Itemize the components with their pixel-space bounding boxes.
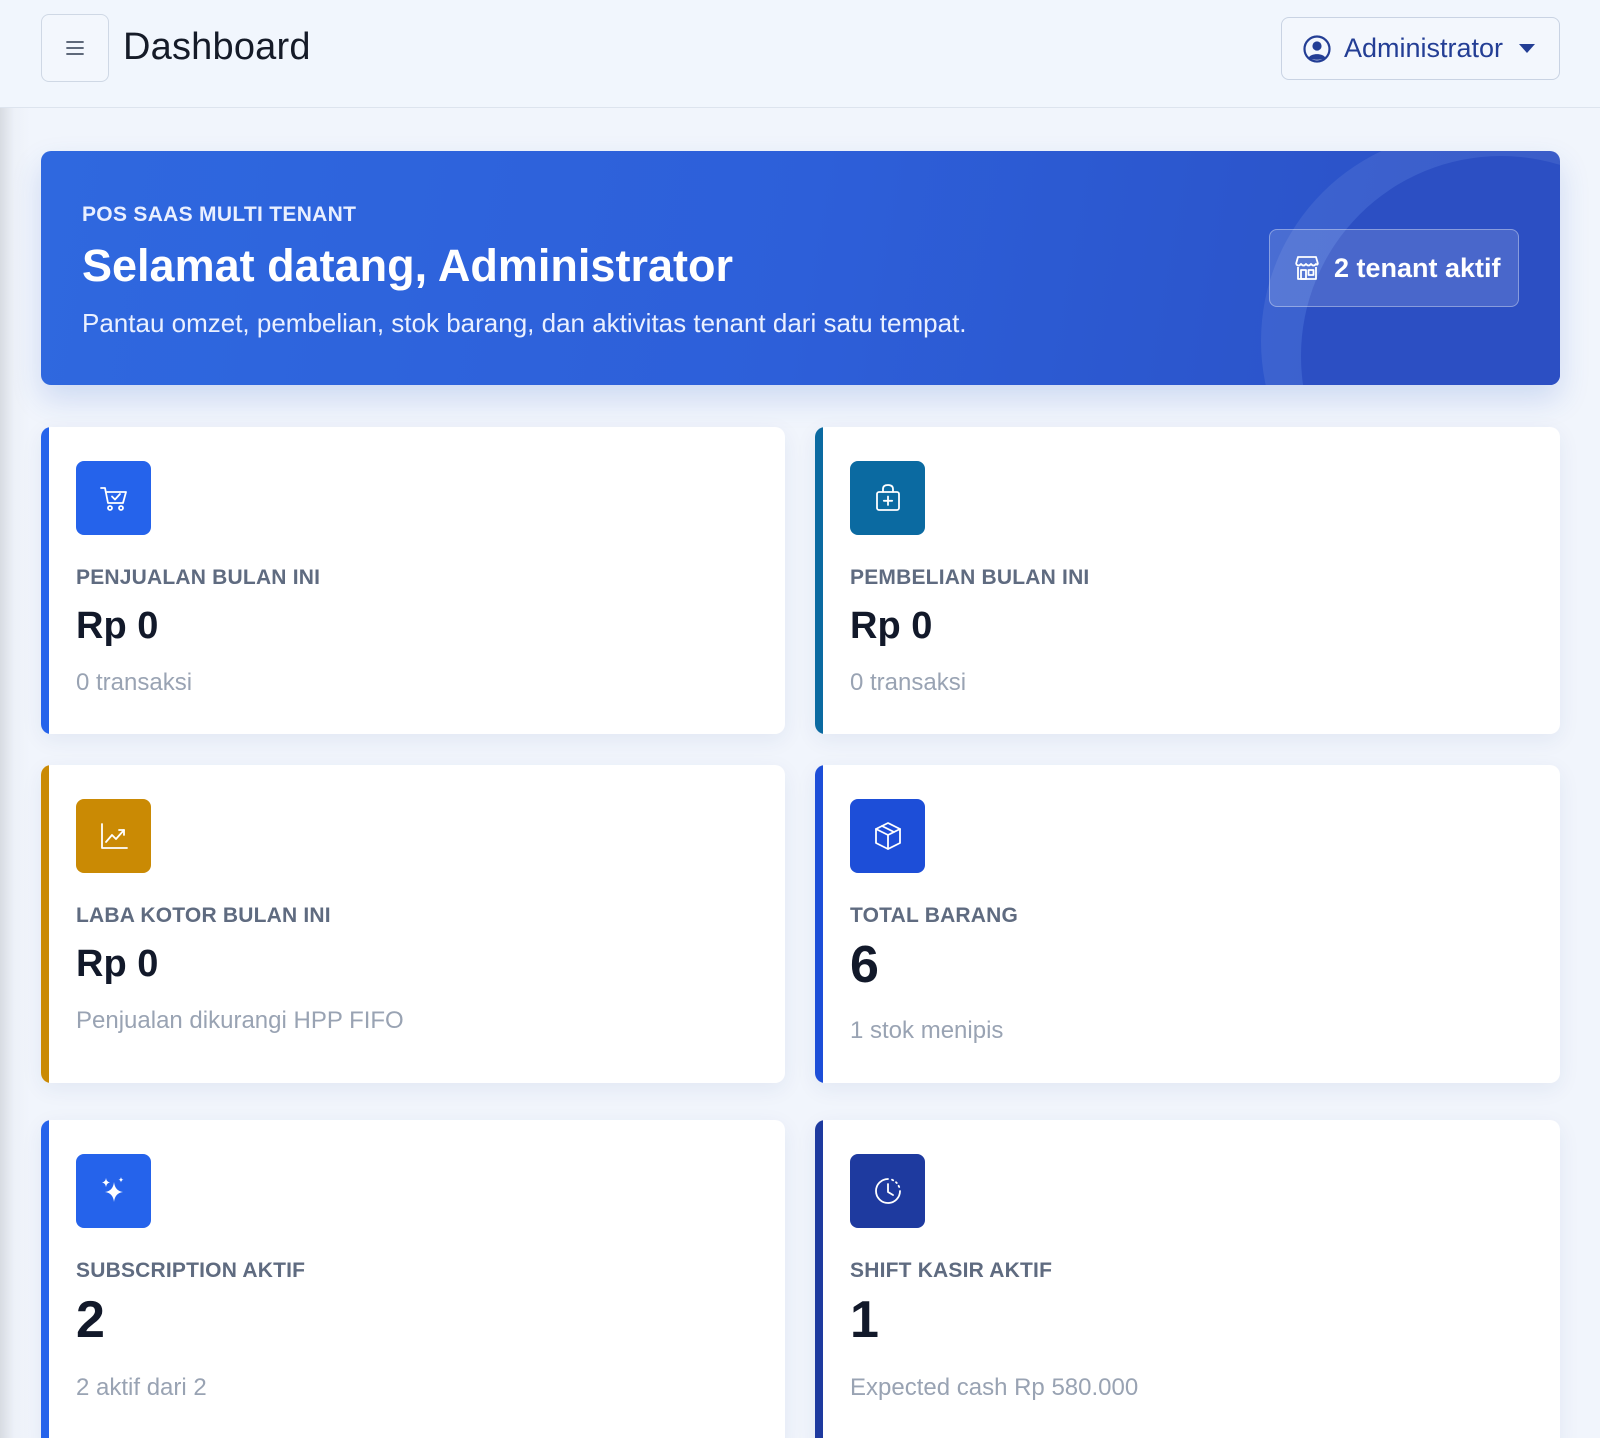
banner-title: Selamat datang, Administrator [82,240,733,291]
card-note: 1 stok menipis [850,1017,1004,1044]
cart-check-icon [99,487,127,511]
card-accent [815,765,823,1083]
card-value: Rp 0 [76,605,159,647]
store-icon [1295,256,1319,280]
dashboard-page: Dashboard Administrator POS SAAS MULTI T… [0,0,1600,1438]
card-note: 2 aktif dari 2 [76,1374,207,1401]
card-accent [41,765,49,1083]
sparkles-icon [101,1177,123,1202]
card-icon-box [850,799,925,873]
chart-line-up-icon [100,823,128,849]
stat-card-gross-profit: LABA KOTOR BULAN INI Rp 0 Penjualan diku… [41,765,785,1083]
menu-toggle-button[interactable] [41,14,109,82]
card-accent [41,427,49,734]
stat-card-total-items: TOTAL BARANG 6 1 stok menipis [815,765,1560,1083]
stat-card-purchases: PEMBELIAN BULAN INI Rp 0 0 transaksi [815,427,1560,734]
active-tenants-label: 2 tenant aktif [1334,252,1501,283]
card-label: LABA KOTOR BULAN INI [76,904,331,927]
top-bar: Dashboard Administrator [0,0,1600,108]
card-accent [41,1120,49,1438]
card-value: 6 [850,936,879,994]
box-icon [874,822,901,850]
card-label: PEMBELIAN BULAN INI [850,566,1090,589]
card-accent [815,427,823,734]
card-label: PENJUALAN BULAN INI [76,566,321,589]
card-note: Penjualan dikurangi HPP FIFO [76,1007,404,1034]
user-name: Administrator [1344,33,1504,63]
card-icon-box [850,461,925,535]
chevron-down-icon [1519,43,1536,53]
banner-eyebrow: POS SAAS MULTI TENANT [82,203,357,226]
card-value: 2 [76,1291,105,1349]
card-note: Expected cash Rp 580.000 [850,1374,1139,1401]
card-label: SHIFT KASIR AKTIF [850,1259,1053,1282]
card-label: SUBSCRIPTION AKTIF [76,1259,306,1282]
card-label: TOTAL BARANG [850,904,1019,927]
card-value: 1 [850,1291,879,1349]
card-value: Rp 0 [850,605,933,647]
banner-subtitle: Pantau omzet, pembelian, stok barang, da… [82,308,967,338]
user-menu-dropdown[interactable]: Administrator [1281,17,1560,80]
stat-card-subscriptions: SUBSCRIPTION AKTIF 2 2 aktif dari 2 [41,1120,785,1438]
stat-card-sales: PENJUALAN BULAN INI Rp 0 0 transaksi [41,427,785,734]
page-title: Dashboard [123,26,311,68]
active-tenants-badge[interactable]: 2 tenant aktif [1269,229,1519,307]
card-note: 0 transaksi [850,669,967,696]
card-icon-box [850,1154,925,1228]
hamburger-menu-icon [66,41,84,55]
user-circle-icon [1303,34,1331,63]
card-icon-box [76,799,151,873]
card-note: 0 transaksi [76,669,193,696]
card-value: Rp 0 [76,943,159,985]
card-icon-box [76,1154,151,1228]
card-accent [815,1120,823,1438]
clock-history-icon [874,1178,901,1204]
shopping-bag-plus-icon [875,484,900,511]
card-icon-box [76,461,151,535]
stat-card-active-shift: SHIFT KASIR AKTIF 1 Expected cash Rp 580… [815,1120,1560,1438]
welcome-banner: POS SAAS MULTI TENANT Selamat datang, Ad… [41,151,1560,385]
